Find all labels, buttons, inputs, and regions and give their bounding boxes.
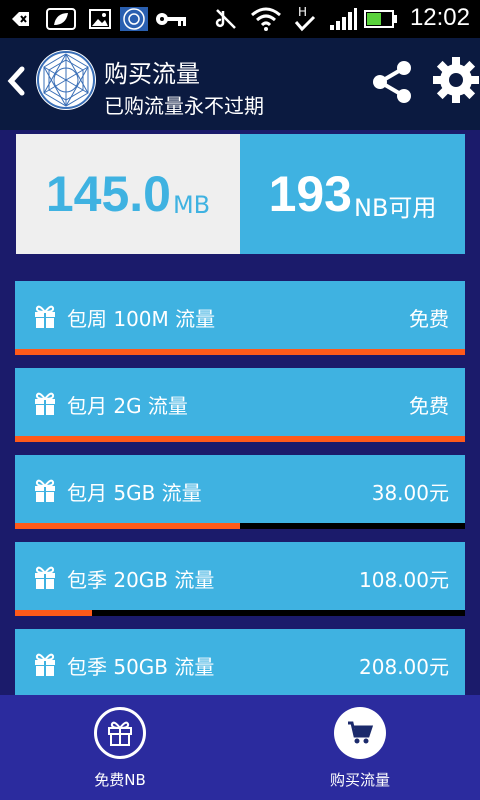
package-name: 包季 50GB 流量 (67, 655, 215, 679)
package-item[interactable]: 包季 20GB 流量 108.00元 (15, 542, 465, 616)
page-title: 购买流量 (104, 60, 200, 88)
nb-balance-unit: NB可用 (354, 193, 437, 222)
gift-icon (33, 651, 57, 681)
package-item[interactable]: 包季 50GB 流量 208.00元 (15, 629, 465, 702)
header: 购买流量 已购流量永不过期 (0, 38, 480, 130)
battery-icon (364, 7, 398, 31)
package-price: 38.00元 (371, 481, 449, 505)
gift-icon (33, 477, 57, 507)
package-progress-fill (15, 436, 465, 442)
app-notification-icon (120, 7, 148, 31)
wifi-icon (250, 7, 282, 31)
nb-balance-value: 193 (268, 166, 352, 222)
gift-icon (33, 390, 57, 420)
package-price: 108.00元 (359, 568, 449, 592)
leaf-icon (46, 7, 76, 31)
package-name: 包季 20GB 流量 (67, 568, 215, 592)
nav-buy-data[interactable]: 购买流量 (240, 695, 480, 800)
package-price: 免费 (409, 394, 449, 418)
package-item[interactable]: 包周 100M 流量 免费 (15, 281, 465, 355)
svg-text:H: H (298, 5, 307, 19)
back-button[interactable] (6, 65, 28, 101)
package-progress (15, 349, 465, 355)
settings-button[interactable] (432, 56, 480, 108)
package-item[interactable]: 包月 5GB 流量 38.00元 (15, 455, 465, 529)
balance-summary: 145.0 MB 193 NB可用 (16, 134, 465, 254)
hsdpa-icon: H (292, 5, 318, 32)
gift-icon (33, 303, 57, 333)
package-name: 包周 100M 流量 (67, 307, 216, 331)
image-icon (88, 7, 112, 31)
package-progress (15, 610, 465, 616)
app-logo (36, 50, 96, 110)
back-notification-icon (8, 7, 32, 31)
nav-free-nb-label: 免费NB (94, 771, 146, 789)
data-balance-panel: 145.0 MB (16, 134, 240, 254)
status-bar: H 12:02 (0, 0, 480, 38)
nav-free-nb[interactable]: 免费NB (0, 695, 240, 800)
package-progress-fill (15, 610, 92, 616)
page-subtitle: 已购流量永不过期 (104, 94, 264, 118)
package-progress-fill (15, 523, 240, 529)
nb-balance-panel: 193 NB可用 (240, 134, 465, 254)
package-progress (15, 436, 465, 442)
cart-icon (334, 707, 386, 759)
mute-icon (214, 7, 238, 31)
gift-icon (94, 707, 146, 759)
share-icon (373, 61, 411, 103)
package-progress (15, 523, 465, 529)
key-icon (154, 7, 188, 31)
gift-icon (33, 564, 57, 594)
share-button[interactable] (368, 58, 416, 110)
nav-buy-data-label: 购买流量 (329, 771, 390, 789)
package-progress-fill (15, 349, 465, 355)
package-price: 免费 (409, 307, 449, 331)
package-price: 208.00元 (359, 655, 449, 679)
bottom-nav: 免费NB 购买流量 (0, 695, 480, 800)
package-item[interactable]: 包月 2G 流量 免费 (15, 368, 465, 442)
data-balance-value: 145.0 (45, 166, 171, 222)
gear-icon (433, 57, 479, 103)
chevron-left-icon (7, 66, 25, 96)
signal-icon (328, 7, 358, 31)
status-clock: 12:02 (409, 4, 470, 31)
data-balance-unit: MB (172, 191, 211, 219)
package-name: 包月 5GB 流量 (67, 481, 202, 505)
package-name: 包月 2G 流量 (67, 394, 188, 418)
